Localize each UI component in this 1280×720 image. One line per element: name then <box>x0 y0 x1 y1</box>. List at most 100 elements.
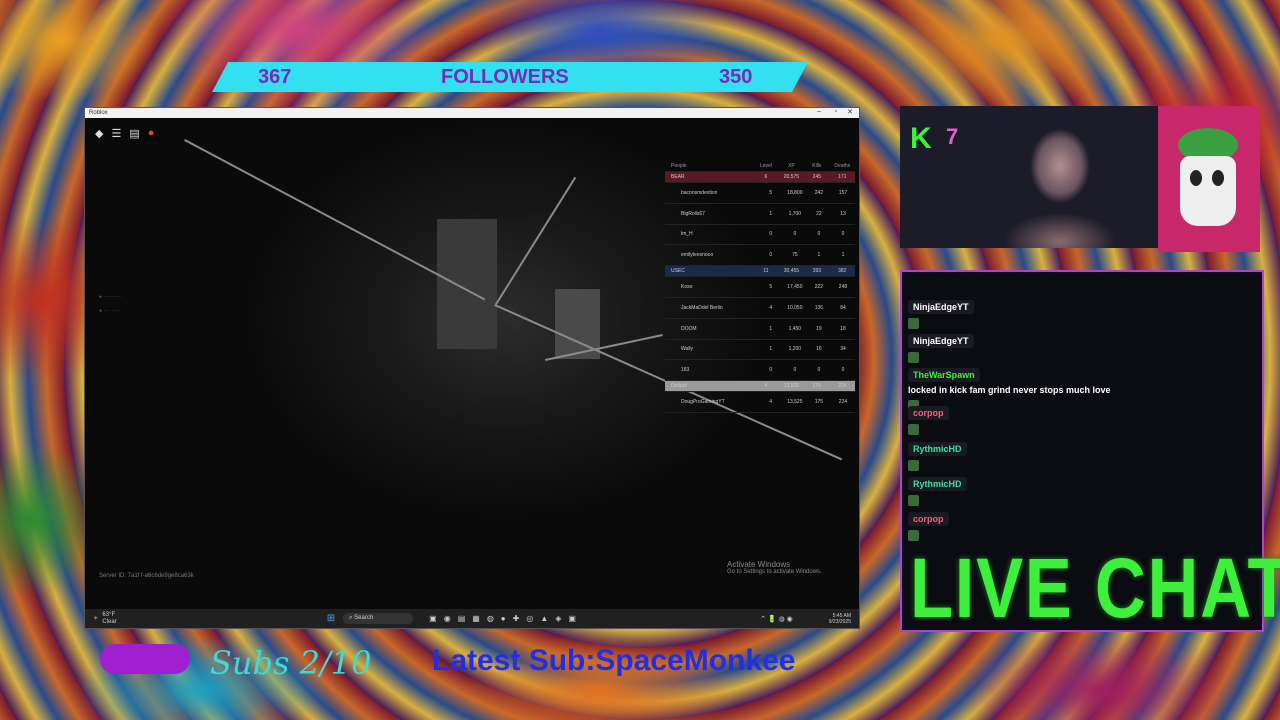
windows-taskbar: ☀ 63°F Clear ⊞ ⌕ Search ▣◉▤▦◍●✚◎▲◈▣ ⌃ 🔋 … <box>85 609 859 628</box>
cell-kills: 245 <box>812 174 822 180</box>
wire-line <box>495 176 577 306</box>
weather-icon: ☀ <box>93 616 99 622</box>
minimize-button[interactable]: – <box>817 108 821 115</box>
clock[interactable]: 5:45 AM 9/23/2025 <box>829 613 851 625</box>
cell-xp: 1,200 <box>788 346 802 353</box>
cell-xp: 13,525 <box>783 383 800 390</box>
cell-deaths: 224 <box>838 383 847 390</box>
cell-deaths: 34 <box>840 346 846 353</box>
chat-username[interactable]: TheWarSpawn <box>908 368 980 382</box>
chat-message: corpop <box>908 406 949 420</box>
scoreboard-header: People Level XP Kills Deaths <box>665 161 855 172</box>
cell-level: 5 <box>769 189 773 196</box>
weather-widget[interactable]: 63°F Clear <box>102 612 116 626</box>
header-deaths: Deaths <box>834 163 851 169</box>
cell-level: 0 <box>769 367 773 374</box>
scoreboard-player-row: 183 0 0 0 0 <box>665 360 855 382</box>
chat-message: RythmicHD <box>908 442 967 456</box>
menu-icon[interactable]: ☰ <box>111 127 121 140</box>
chat-message: NinjaEdgeYT <box>908 334 974 348</box>
cell-deaths: 0 <box>841 231 845 238</box>
cell-level: 0 <box>769 231 773 238</box>
cell-xp: 0 <box>793 231 797 238</box>
cell-kills: 242 <box>814 189 824 196</box>
game-viewport[interactable]: ◆ ☰ ▤ ● ● ··········· ● ···· ····· People… <box>85 119 859 609</box>
scoreboard-player-row: DOOM 1 1,450 19 18 <box>665 319 855 340</box>
chat-username[interactable]: RythmicHD <box>908 477 967 491</box>
kick-logo: K <box>910 122 932 155</box>
cell-kills: 1 <box>817 252 821 259</box>
scoreboard-team-row: Default 4 13,525 175 224 <box>665 381 855 393</box>
search-label: Search <box>354 615 374 621</box>
weather-temp: 63°F <box>102 611 116 618</box>
maximize-button[interactable]: ▫ <box>835 108 837 115</box>
pinned-apps[interactable]: ▣◉▤▦◍●✚◎▲◈▣ <box>429 614 583 623</box>
cell-name: BigRolls67 <box>681 210 705 217</box>
scoreboard-player-row: JackMaDdel Berlin 4 10,050 136 84 <box>665 298 855 319</box>
mascot-eye <box>1212 170 1224 186</box>
kick-count: 7 <box>946 124 959 149</box>
chat-username[interactable]: NinjaEdgeYT <box>908 334 974 348</box>
latest-sub: Latest Sub:SpaceMonkee <box>432 644 796 677</box>
header-people: People <box>671 163 687 169</box>
window-titlebar: Roblox – ▫ ✕ <box>85 108 859 118</box>
chat-emote-icon <box>908 318 919 329</box>
cell-xp: 20,575 <box>783 174 800 180</box>
cell-name: Wally <box>681 346 694 353</box>
cell-xp: 17,450 <box>787 284 803 291</box>
cell-deaths: 224 <box>838 399 848 406</box>
close-button[interactable]: ✕ <box>847 108 853 116</box>
chat-username[interactable]: NinjaEdgeYT <box>908 300 974 314</box>
tray-icons[interactable]: ⌃ 🔋 ◍ ◉ <box>760 615 793 623</box>
cell-kills: 175 <box>812 383 822 390</box>
scoreboard-team-row: USEC 11 30,455 393 382 <box>665 266 855 278</box>
cell-name: DougProGamingYT <box>681 399 725 406</box>
subs-goal: Subs 2/10 <box>210 644 372 682</box>
chat-text: locked in kick fam grind never stops muc… <box>908 385 1111 395</box>
cell-name: Default <box>671 383 687 390</box>
cell-level: 1 <box>769 346 773 353</box>
nearby-players: ● ··········· ● ···· ····· <box>99 294 122 314</box>
activate-title: Activate Windows <box>727 560 791 569</box>
header-level: Level <box>759 163 772 169</box>
scoreboard-player-row: Wally 1 1,200 16 34 <box>665 340 855 361</box>
mascot-cup <box>1180 156 1236 226</box>
subs-pill <box>100 644 190 674</box>
chat-username[interactable]: corpop <box>908 406 949 420</box>
cell-deaths: 1 <box>841 252 845 259</box>
microphone-icon[interactable]: ● <box>148 127 155 140</box>
chat-icon[interactable]: ▤ <box>129 127 139 140</box>
scoreboard-player-row: BigRolls67 1 1,700 22 13 <box>665 204 855 225</box>
mascot-image <box>1158 106 1260 252</box>
cell-kills: 0 <box>817 231 821 238</box>
cell-name: BEAR <box>671 174 685 180</box>
taskbar-search[interactable]: ⌕ Search <box>343 613 414 624</box>
cell-kills: 19 <box>816 325 822 332</box>
scoreboard-team-row: BEAR 6 20,575 245 171 <box>665 172 855 183</box>
cell-kills: 175 <box>814 399 824 406</box>
weather-condition: Clear <box>102 618 117 625</box>
cell-xp: 0 <box>793 367 797 374</box>
clock-date: 9/23/2025 <box>828 618 851 625</box>
roblox-logo-icon[interactable]: ◆ <box>95 127 103 140</box>
cell-kills: 0 <box>817 367 821 374</box>
mascot-eye <box>1190 170 1202 186</box>
roblox-window: Roblox – ▫ ✕ ◆ ☰ ▤ ● ● ··········· ● ····… <box>84 107 860 629</box>
header-xp: XP <box>788 163 795 169</box>
cell-deaths: 248 <box>838 284 848 291</box>
start-icon[interactable]: ⊞ <box>327 613 335 624</box>
chat-emote-icon <box>908 352 919 363</box>
roblox-topbar: ◆ ☰ ▤ ● <box>95 127 154 140</box>
cell-level: 5 <box>769 284 773 291</box>
chat-message: RythmicHD <box>908 477 967 491</box>
scoreboard-player-row: baconsmdestion 5 18,800 242 157 <box>665 183 855 204</box>
cell-xp: 18,800 <box>787 189 803 196</box>
chat-username[interactable]: corpop <box>908 512 949 526</box>
cell-deaths: 382 <box>838 268 847 275</box>
chat-username[interactable]: RythmicHD <box>908 442 967 456</box>
header-kills: Kills <box>812 163 822 169</box>
scoreboard-player-row: Koso 5 17,450 222 248 <box>665 277 855 298</box>
cell-deaths: 13 <box>840 210 846 217</box>
chat-message: corpop <box>908 512 949 526</box>
chat-emote-icon <box>908 424 919 435</box>
